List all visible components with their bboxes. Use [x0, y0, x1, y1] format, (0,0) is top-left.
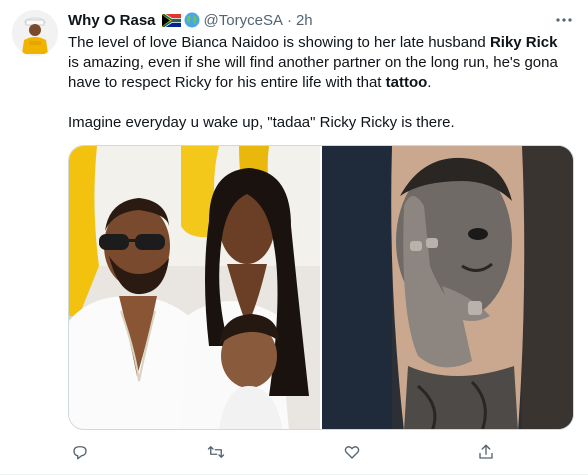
like-icon	[344, 446, 360, 459]
more-options-button[interactable]	[554, 10, 574, 30]
text-bold-tattoo: tattoo	[385, 74, 428, 91]
avatar[interactable]	[12, 10, 58, 56]
more-options-icon	[556, 18, 572, 22]
tweet-text: The level of love Bianca Naidoo is showi…	[68, 33, 568, 133]
share-icon	[479, 444, 493, 459]
author-name[interactable]: Why O Rasa	[68, 12, 156, 29]
timestamp[interactable]: 2h	[296, 12, 313, 29]
retweet-button[interactable]	[204, 440, 228, 464]
share-button[interactable]	[474, 440, 498, 464]
text-bold-riky-rick: Riky Rick	[489, 34, 558, 51]
photo-family[interactable]	[69, 146, 320, 429]
author-handle[interactable]: @ToryceSA	[204, 12, 283, 29]
tweet-paragraph-2: Imagine everyday u wake up, "tadaa" Rick…	[68, 114, 455, 131]
text-segment: .	[427, 74, 432, 91]
separator-dot: ·	[286, 11, 292, 29]
tweet[interactable]: Why O Rasa @ToryceSA · 2h The level of l…	[0, 0, 588, 475]
avatar-image	[12, 10, 58, 56]
text-segment: is amazing, even if she will find anothe…	[68, 54, 558, 91]
globe-emoji-icon	[184, 12, 200, 28]
tweet-media[interactable]	[68, 145, 574, 430]
reply-button[interactable]	[68, 440, 92, 464]
tweet-header: Why O Rasa @ToryceSA · 2h	[68, 10, 313, 30]
south-africa-flag-icon	[161, 13, 181, 27]
tweet-paragraph-1: The level of love Bianca Naidoo is showi…	[68, 33, 568, 93]
retweet-icon	[207, 446, 225, 458]
tweet-actions	[68, 440, 528, 464]
photo-tattoo[interactable]	[322, 146, 573, 429]
like-button[interactable]	[340, 440, 364, 464]
tattoo-photo-image	[322, 146, 573, 429]
text-segment: The level of love Bianca Naidoo is showi…	[68, 34, 490, 51]
family-photo-image	[69, 146, 320, 429]
reply-icon	[73, 446, 87, 460]
